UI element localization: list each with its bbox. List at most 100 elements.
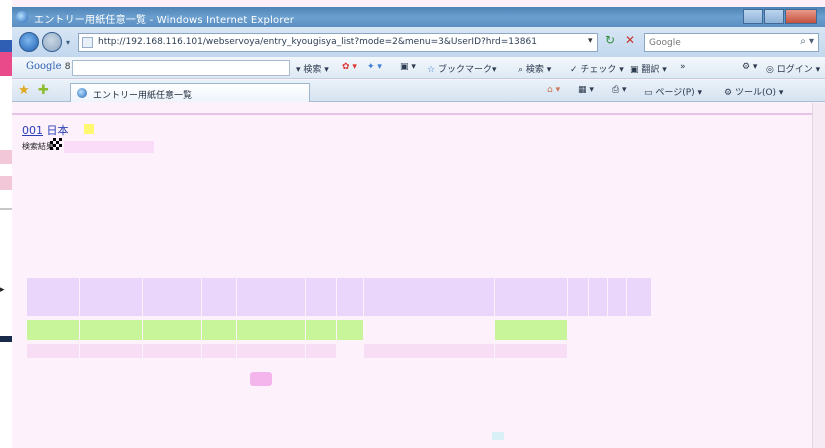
column-header[interactable] — [27, 278, 79, 316]
column-header[interactable] — [306, 278, 336, 316]
check-label: チェック — [580, 65, 617, 75]
table-cell[interactable] — [608, 344, 626, 358]
table-cell[interactable] — [27, 320, 79, 340]
minimize-button[interactable] — [743, 9, 763, 24]
bookmarks-label: ブックマーク — [437, 65, 492, 75]
search-box[interactable]: ⌕ ▾ — [644, 33, 819, 52]
google-search-menu[interactable]: ⌕ 検索 ▾ — [518, 62, 551, 75]
table-cell[interactable] — [495, 320, 567, 340]
google-logo-text: Google — [26, 61, 62, 72]
translate-button[interactable]: ▣ 翻訳 ▾ — [630, 62, 667, 75]
column-header[interactable] — [627, 278, 651, 316]
sub-line-highlight — [64, 141, 154, 153]
table-cell[interactable] — [202, 344, 236, 358]
table-cell[interactable] — [608, 320, 626, 340]
feeds-icon[interactable]: ▦ ▾ — [578, 85, 594, 95]
google-search-input[interactable] — [72, 60, 290, 76]
column-header[interactable] — [143, 278, 201, 316]
page-menu-label: ページ(P) — [655, 88, 695, 98]
address-dropdown-icon[interactable]: ▾ — [588, 36, 593, 46]
header-divider — [12, 113, 812, 115]
toolbar-icon[interactable]: ✿ ▾ — [342, 62, 357, 72]
close-button[interactable] — [785, 9, 817, 24]
table-cell[interactable] — [202, 320, 236, 340]
check-button[interactable]: ✓ チェック ▾ — [570, 62, 624, 75]
table-cell[interactable] — [364, 320, 494, 340]
table-cell[interactable] — [495, 344, 567, 358]
column-header[interactable] — [237, 278, 305, 316]
table-cell[interactable] — [337, 320, 363, 340]
page-menu[interactable]: ▭ ページ(P) ▾ — [644, 85, 702, 98]
table-cell[interactable] — [306, 320, 336, 340]
forward-button[interactable] — [42, 32, 62, 52]
table-cell[interactable] — [568, 320, 588, 340]
table-cell[interactable] — [337, 344, 363, 358]
bookmarks-button[interactable]: ☆ ブックマーク▾ — [427, 62, 497, 75]
history-dropdown-icon[interactable]: ▾ — [66, 38, 70, 47]
column-header[interactable] — [589, 278, 607, 316]
toolbar-icon[interactable]: ▣ ▾ — [400, 62, 416, 72]
table-cell[interactable] — [143, 344, 201, 358]
column-header[interactable] — [80, 278, 142, 316]
table-cell[interactable] — [80, 344, 142, 358]
add-favorites-icon[interactable]: ✚ — [38, 83, 49, 98]
google-search-button[interactable]: ▾ 検索 ▾ — [296, 62, 329, 75]
column-header[interactable] — [337, 278, 363, 316]
table-cell[interactable] — [143, 320, 201, 340]
table-cell[interactable] — [237, 344, 305, 358]
header-number[interactable]: 001 — [22, 124, 43, 137]
wrench-icon[interactable]: ⚙ ▾ — [742, 62, 757, 72]
stop-icon[interactable]: ✕ — [622, 33, 638, 51]
background-window-bar — [0, 150, 12, 164]
table-cell[interactable] — [306, 344, 336, 358]
table-cell[interactable] — [627, 344, 651, 358]
google-toolbar: Google 8 ▾ ▾ 検索 ▾ ✿ ▾ ✦ ▾ ▣ ▾ ☆ ブックマーク▾ … — [12, 57, 825, 79]
page-header[interactable]: 001 日本 — [22, 122, 69, 138]
table-header-row — [27, 278, 651, 316]
home-icon[interactable]: ⌂ ▾ — [547, 85, 560, 95]
back-button[interactable] — [19, 32, 39, 52]
table-cell[interactable] — [237, 320, 305, 340]
table-cell[interactable] — [80, 320, 142, 340]
ie-logo-icon — [16, 11, 28, 23]
title-bar[interactable]: エントリー用紙任意一覧 - Windows Internet Explorer — [12, 7, 825, 27]
table-cell[interactable] — [568, 344, 588, 358]
entry-table — [26, 278, 652, 358]
address-bar[interactable]: http://192.168.116.101/webservoya/entry_… — [78, 33, 598, 52]
column-header[interactable] — [364, 278, 494, 316]
table-cell[interactable] — [364, 344, 494, 358]
vertical-scrollbar[interactable] — [812, 103, 825, 448]
column-header[interactable] — [202, 278, 236, 316]
table-row[interactable] — [27, 344, 651, 358]
print-icon[interactable]: ⎙ ▾ — [612, 85, 627, 95]
more-button[interactable]: » — [680, 62, 686, 72]
address-toolbar: ▾ http://192.168.116.101/webservoya/entr… — [12, 27, 825, 57]
google-logo[interactable]: Google 8 ▾ — [26, 61, 78, 72]
table-cell[interactable] — [589, 344, 607, 358]
translate-label: 翻訳 — [641, 65, 660, 75]
browser-window: エントリー用紙任意一覧 - Windows Internet Explorer … — [0, 0, 825, 448]
table-cell[interactable] — [27, 344, 79, 358]
search-input[interactable] — [649, 35, 794, 50]
column-header[interactable] — [568, 278, 588, 316]
column-header[interactable] — [495, 278, 567, 316]
bookmark-star-icon: ☆ — [427, 65, 436, 75]
search-icon[interactable]: ⌕ ▾ — [800, 36, 814, 47]
tab-bar: ★ ✚ エントリー用紙任意一覧 ⌂ ▾ ▦ ▾ ⎙ ▾ ▭ ページ(P) ▾ ⚙… — [12, 80, 825, 102]
tab-page-icon — [77, 88, 87, 98]
table-cell[interactable] — [589, 320, 607, 340]
background-window-edge — [0, 0, 12, 448]
tab-active[interactable]: エントリー用紙任意一覧 — [70, 83, 310, 102]
refresh-icon[interactable]: ↻ — [602, 33, 618, 51]
table-row[interactable] — [27, 320, 651, 340]
favorites-star-icon[interactable]: ★ — [18, 83, 30, 98]
login-button[interactable]: ◎ ログイン ▾ — [766, 62, 820, 75]
table-cell[interactable] — [627, 320, 651, 340]
tools-menu[interactable]: ⚙ ツール(O) ▾ — [724, 85, 783, 98]
address-url[interactable]: http://192.168.116.101/webservoya/entry_… — [98, 37, 538, 47]
maximize-button[interactable] — [764, 9, 784, 24]
column-header[interactable] — [608, 278, 626, 316]
toolbar-icon[interactable]: ✦ ▾ — [367, 62, 382, 72]
background-window-bar — [0, 208, 12, 210]
google-search-label: 検索 — [303, 65, 322, 75]
